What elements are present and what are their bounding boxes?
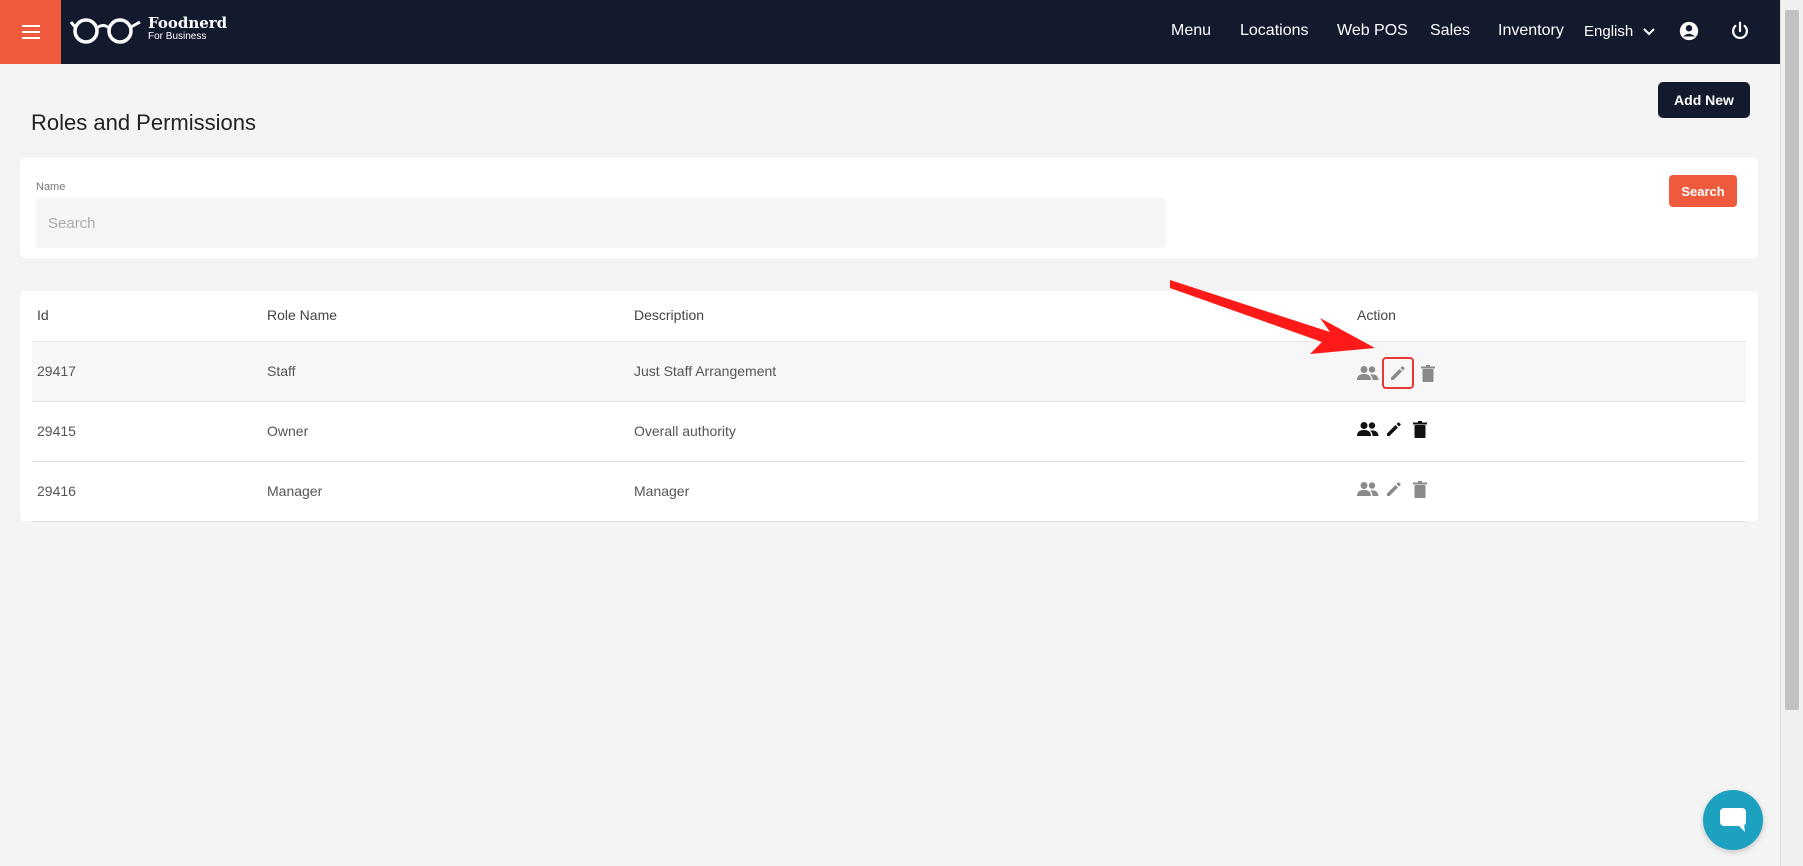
- annotation-arrow: [1170, 280, 1375, 354]
- row-actions: [1356, 357, 1440, 389]
- nav-menu[interactable]: Menu: [1171, 22, 1211, 40]
- table-row: 29416 Manager Manager: [32, 462, 1746, 522]
- cell-role-name: Owner: [267, 423, 309, 439]
- name-field-label: Name: [36, 181, 66, 193]
- search-button[interactable]: Search: [1669, 175, 1737, 207]
- power-icon[interactable]: [1729, 20, 1751, 42]
- column-header-role-name: Role Name: [267, 307, 338, 323]
- menu-toggle-button[interactable]: [0, 0, 61, 64]
- trash-icon: [1413, 420, 1427, 438]
- page-scrollbar[interactable]: [1780, 0, 1803, 866]
- nav-sales[interactable]: Sales: [1430, 22, 1470, 40]
- roles-table: Id Role Name Description Action 29417 St…: [20, 291, 1758, 522]
- add-new-button[interactable]: Add New: [1658, 82, 1750, 118]
- chevron-down-icon: [1643, 27, 1655, 35]
- page-title: Roles and Permissions: [31, 110, 256, 135]
- edit-role-button[interactable]: [1382, 357, 1414, 389]
- table-row: 29415 Owner Overall authority: [32, 402, 1746, 462]
- hamburger-icon: [21, 25, 40, 39]
- manage-users-button[interactable]: [1356, 360, 1380, 386]
- edit-role-button[interactable]: [1382, 416, 1406, 442]
- cell-description: Just Staff Arrangement: [634, 363, 777, 379]
- language-select[interactable]: English: [1584, 23, 1655, 40]
- scrollbar-thumb[interactable]: [1785, 10, 1799, 710]
- search-input[interactable]: [36, 198, 1166, 248]
- nav-locations[interactable]: Locations: [1240, 22, 1309, 40]
- brand-logo[interactable]: Foodnerd For Business: [70, 14, 227, 44]
- manage-users-button[interactable]: [1356, 416, 1380, 442]
- edit-role-button[interactable]: [1382, 476, 1406, 502]
- nav-inventory[interactable]: Inventory: [1498, 22, 1564, 40]
- cell-role-name: Staff: [267, 363, 296, 379]
- pencil-edit-icon: [1387, 422, 1401, 436]
- cell-description: Manager: [634, 483, 690, 499]
- chat-bubble-icon: [1720, 808, 1746, 832]
- cell-id: 29415: [37, 423, 76, 439]
- glasses-icon: [70, 18, 141, 44]
- cell-id: 29416: [37, 483, 76, 499]
- delete-role-button[interactable]: [1408, 416, 1432, 442]
- search-card: Name Search: [20, 158, 1758, 258]
- language-label: English: [1584, 23, 1634, 40]
- table-row: 29417 Staff Just Staff Arrangement: [32, 342, 1746, 402]
- pencil-edit-icon: [1387, 482, 1401, 496]
- nav-web-pos[interactable]: Web POS: [1337, 22, 1408, 40]
- column-header-id: Id: [37, 307, 49, 323]
- trash-icon: [1413, 480, 1427, 498]
- top-navbar: Foodnerd For Business Menu Locations Web…: [0, 0, 1780, 64]
- delete-role-button[interactable]: [1416, 360, 1440, 386]
- brand-name: Foodnerd: [148, 14, 228, 32]
- cell-role-name: Manager: [267, 483, 323, 499]
- people-icon: [1357, 482, 1379, 496]
- cell-id: 29417: [37, 363, 76, 379]
- delete-role-button[interactable]: [1408, 476, 1432, 502]
- row-actions: [1356, 416, 1432, 442]
- cell-description: Overall authority: [634, 423, 736, 439]
- row-actions: [1356, 476, 1432, 502]
- live-chat-button[interactable]: [1703, 790, 1763, 850]
- people-icon: [1357, 422, 1379, 436]
- pencil-edit-icon: [1391, 366, 1405, 380]
- brand-tagline: For Business: [148, 31, 207, 42]
- manage-users-button[interactable]: [1356, 476, 1380, 502]
- trash-icon: [1421, 364, 1435, 382]
- people-icon: [1357, 366, 1379, 380]
- account-circle-icon[interactable]: [1678, 20, 1700, 42]
- column-header-description: Description: [634, 307, 705, 323]
